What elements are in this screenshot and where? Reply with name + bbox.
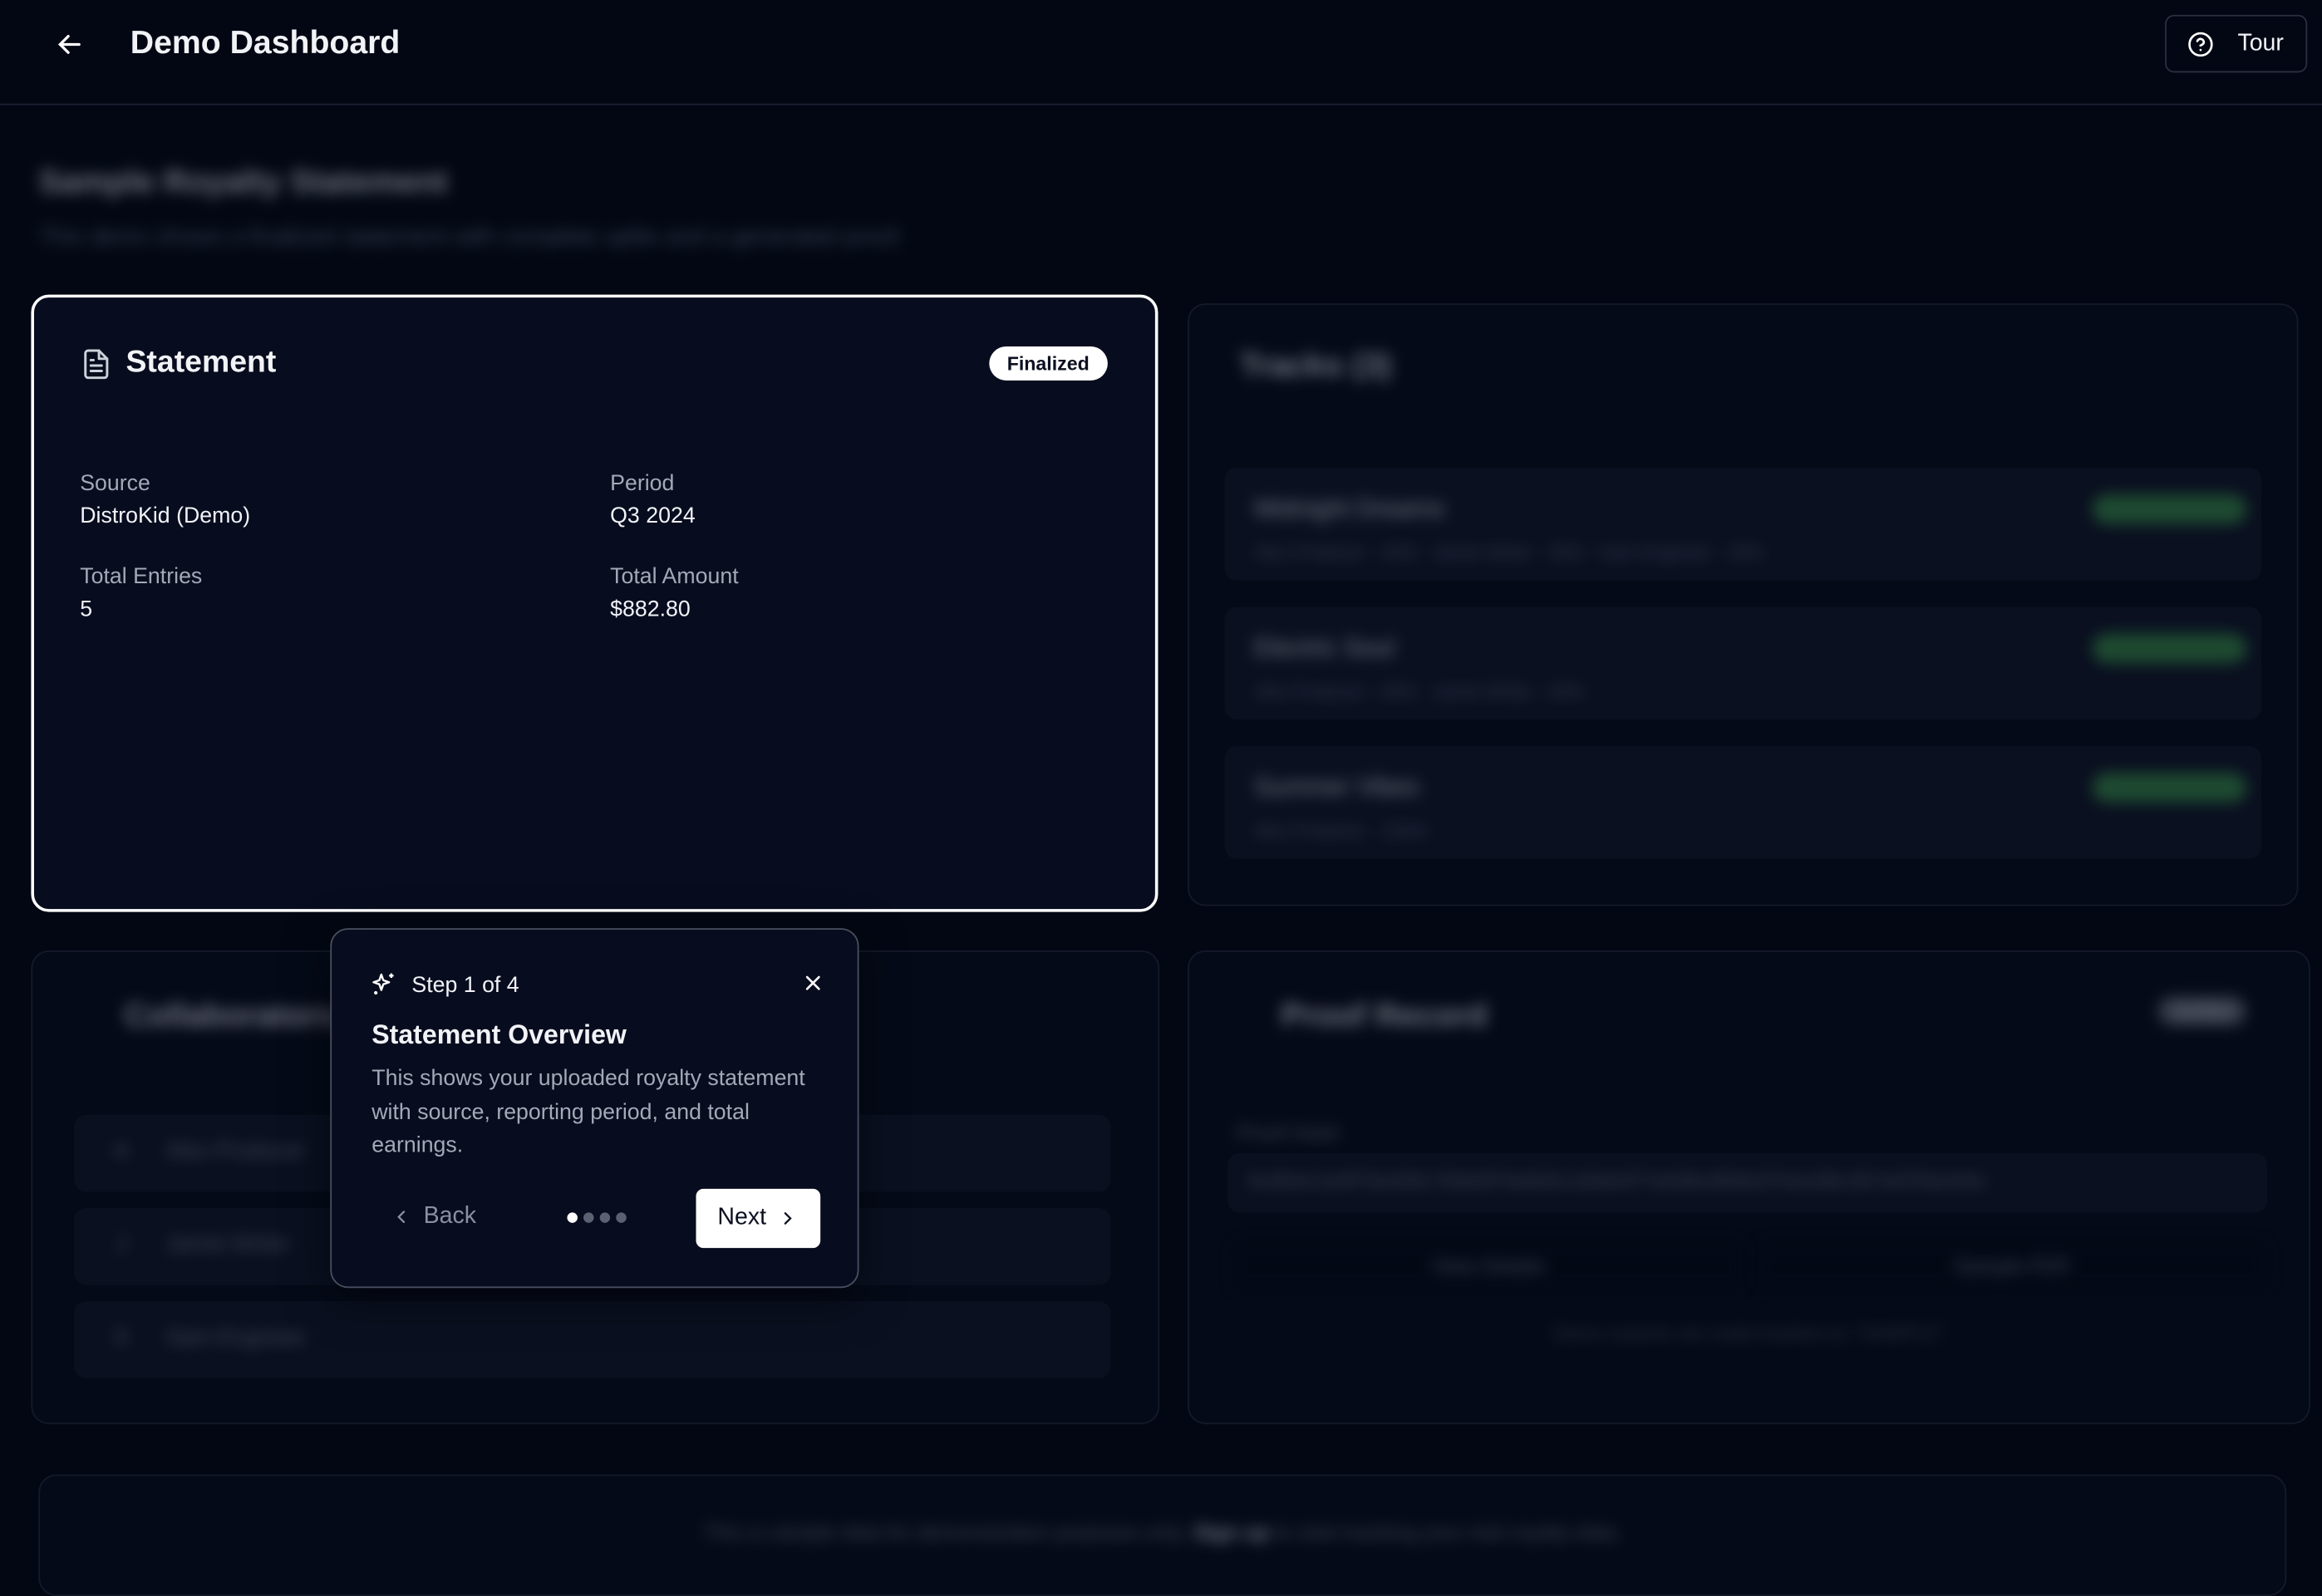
track-status-badge: Complete (2093, 773, 2246, 803)
step-dot (583, 1212, 593, 1222)
proof-card: Proof Record Verified Proof Hash 0x8b4c1… (1188, 950, 2310, 1424)
collaborator-row[interactable]: S Sam Engineer (74, 1301, 1110, 1378)
track-name: Summer Vibes (1254, 773, 1419, 803)
sparkles-icon (370, 971, 396, 998)
footer-message: This is sample data for demonstration pu… (703, 1520, 1188, 1544)
watermark-note: Demo exports are watermarked as "SAMPLE" (1189, 1322, 2309, 1344)
tour-back-button[interactable]: Back (391, 1204, 476, 1230)
field-label: Total Amount (610, 564, 739, 589)
collaborator-avatar: S (106, 1325, 136, 1350)
field-value: 5 (80, 597, 202, 621)
tour-label: Tour (2237, 31, 2283, 57)
track-status-badge: Complete (2093, 494, 2246, 524)
chevron-left-icon (391, 1206, 411, 1227)
proof-title: Proof Record (1281, 996, 1487, 1034)
step-indicator (567, 1212, 626, 1222)
track-splits: Alex Producer · 100% (1254, 820, 1427, 841)
chevron-right-icon (778, 1208, 799, 1229)
statement-field: Total Amount $882.80 (610, 564, 739, 621)
tracks-title: Tracks (3) (1239, 346, 1391, 385)
footer-message-end: to start tracking your real royalty data… (1275, 1520, 1621, 1544)
statement-field: Source DistroKid (Demo) (80, 471, 250, 528)
track-row[interactable]: Midnight Dreams Alex Producer · 40% · Ja… (1225, 468, 2261, 580)
back-label: Back (424, 1204, 476, 1230)
track-row[interactable]: Electric Soul Alex Producer · 60% · Jami… (1225, 607, 2261, 719)
track-row[interactable]: Summer Vibes Alex Producer · 100% Comple… (1225, 746, 2261, 858)
page-title: Demo Dashboard (130, 24, 401, 62)
statement-subtitle: This demo shows a finalized statement wi… (38, 225, 905, 252)
tour-next-button[interactable]: Next (696, 1189, 820, 1248)
statement-heading: Sample Royalty Statement (38, 163, 447, 201)
file-text-icon (80, 348, 112, 381)
proof-hash-label: Proof Hash (1237, 1121, 1341, 1145)
statement-field: Total Entries 5 (80, 564, 202, 621)
statement-field: Period Q3 2024 (610, 471, 696, 528)
footer-text: This is sample data for demonstration pu… (40, 1520, 2285, 1544)
step-dot (567, 1212, 577, 1222)
collaborator-avatar: J (106, 1232, 136, 1257)
step-dot (600, 1212, 610, 1222)
field-label: Period (610, 471, 696, 496)
close-icon[interactable] (801, 971, 825, 995)
footer-banner: This is sample data for demonstration pu… (38, 1475, 2286, 1596)
tour-button[interactable]: Tour (2165, 15, 2307, 72)
verified-badge: Verified (2157, 996, 2246, 1026)
help-circle-icon (2187, 31, 2214, 57)
sign-up-link[interactable]: Sign up (1193, 1520, 1269, 1544)
field-value: $882.80 (610, 597, 739, 621)
track-splits: Alex Producer · 40% · Jamie Writer · 35%… (1254, 542, 1764, 562)
tour-step-label: Step 1 of 4 (411, 973, 519, 998)
tour-title: Statement Overview (371, 1020, 627, 1051)
statement-card: Statement Finalized Source DistroKid (De… (31, 295, 1158, 912)
step-dot (616, 1212, 626, 1222)
tour-popover: Step 1 of 4 Statement Overview This show… (330, 928, 858, 1288)
collaborator-name: Jamie Writer (166, 1232, 291, 1257)
track-splits: Alex Producer · 60% · Jamie Writer · 40% (1254, 681, 1584, 702)
statement-title: Statement (125, 345, 276, 381)
tracks-card: Tracks (3) Midnight Dreams Alex Producer… (1188, 303, 2298, 906)
collaborators-title: Collaborators (125, 996, 337, 1034)
view-details-button[interactable]: View Details (1233, 1242, 1743, 1289)
top-bar: Demo Dashboard Tour (0, 0, 2322, 106)
collaborator-avatar: A (106, 1138, 136, 1163)
collaborator-name: Alex Producer (166, 1138, 306, 1163)
field-value: DistroKid (Demo) (80, 503, 250, 528)
field-label: Total Entries (80, 564, 202, 589)
next-label: Next (717, 1205, 766, 1231)
track-name: Midnight Dreams (1254, 494, 1444, 524)
proof-hash-box: 0x8b4c1e9f3a2d5c7b6e0f4a8d2c1b9e3f7a5d6c… (1227, 1153, 2267, 1212)
tour-body: This shows your uploaded royalty stateme… (371, 1063, 823, 1162)
collaborator-name: Sam Engineer (166, 1325, 307, 1350)
track-name: Electric Soul (1254, 634, 1394, 664)
track-status-badge: Complete (2093, 634, 2246, 664)
field-label: Source (80, 471, 250, 496)
field-value: Q3 2024 (610, 503, 696, 528)
finalized-badge: Finalized (989, 346, 1107, 381)
sample-pdf-button[interactable]: Sample PDF (1758, 1242, 2267, 1289)
back-arrow-icon[interactable] (53, 28, 86, 61)
proof-hash: 0x8b4c1e9f3a2d5c7b6e0f4a8d2c1b9e3f7a5d6c… (1248, 1171, 1988, 1193)
